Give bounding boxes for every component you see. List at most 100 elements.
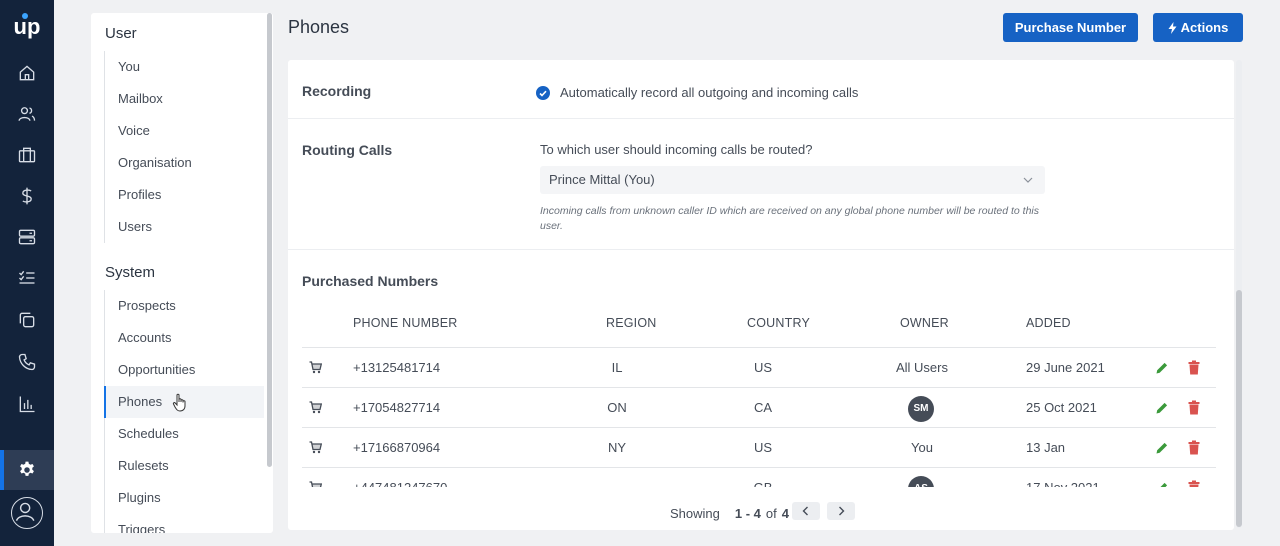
- routing-user-value: Prince Mittal (You): [549, 172, 655, 187]
- region-cell: IL: [611, 360, 623, 375]
- cart-icon: [309, 361, 322, 374]
- sidebar-item-opportunities[interactable]: Opportunities: [105, 354, 264, 386]
- sidebar-item-voice[interactable]: Voice: [105, 115, 264, 147]
- added-cell: 17 Nov 2021: [1026, 468, 1100, 487]
- owner-cell: You: [911, 440, 933, 455]
- added-cell: 25 Oct 2021: [1026, 400, 1097, 415]
- hand-cursor-icon: [172, 393, 186, 412]
- table-row: +17166870964 NY US You 13 Jan: [302, 427, 1216, 467]
- checklist-icon[interactable]: [0, 265, 54, 291]
- chevron-down-icon: [1023, 177, 1033, 183]
- cart-icon: [309, 441, 322, 454]
- main-scrollbar[interactable]: [1236, 60, 1242, 528]
- next-page-button[interactable]: [827, 502, 855, 520]
- pagination-total: 4: [781, 505, 789, 521]
- region-cell: [582, 468, 652, 487]
- table-row: +447481247670 GB AS 17 Nov 2021: [302, 467, 1216, 487]
- page-title: Phones: [288, 17, 350, 37]
- sidebar-item-plugins[interactable]: Plugins: [105, 482, 264, 514]
- routing-note: Incoming calls from unknown caller ID wh…: [540, 205, 1040, 232]
- sidebar-item-mailbox[interactable]: Mailbox: [105, 83, 264, 115]
- numbers-table-body: +13125481714 IL US All Users 29 June 202…: [288, 347, 1234, 487]
- added-cell: 29 June 2021: [1026, 360, 1105, 375]
- user-avatar-icon[interactable]: [11, 497, 43, 529]
- phone-cell: +17166870964: [353, 440, 441, 455]
- delete-icon[interactable]: [1187, 440, 1201, 455]
- owner-avatar: SM: [908, 396, 934, 422]
- lightning-icon: [1168, 21, 1177, 34]
- sidebar-item-prospects[interactable]: Prospects: [105, 290, 264, 322]
- pagination-summary: Showing 1 - 4 of 4: [670, 503, 789, 523]
- sidebar-item-accounts[interactable]: Accounts: [105, 322, 264, 354]
- delete-icon[interactable]: [1187, 480, 1201, 487]
- chevron-right-icon: [839, 506, 845, 516]
- country-cell: US: [753, 360, 773, 375]
- briefcase-icon[interactable]: [0, 142, 54, 168]
- chevron-left-icon: [802, 506, 808, 516]
- app-logo[interactable]: up: [0, 12, 54, 42]
- bar-chart-icon[interactable]: [0, 391, 54, 417]
- purchased-numbers-label: Purchased Numbers: [302, 273, 439, 289]
- sidebar-item-profiles[interactable]: Profiles: [105, 179, 264, 211]
- section-divider: [288, 249, 1234, 250]
- routing-user-select[interactable]: Prince Mittal (You): [540, 166, 1045, 194]
- phone-cell: +447481247670: [353, 468, 447, 487]
- phones-settings-panel: Recording Automatically record all outgo…: [288, 60, 1234, 530]
- pagination-range: 1 - 4: [734, 505, 761, 521]
- owner-avatar: AS: [908, 476, 934, 487]
- added-cell: 13 Jan: [1026, 440, 1066, 455]
- sidebar-heading-system: System: [105, 264, 156, 281]
- gear-icon: [0, 457, 54, 483]
- column-header-added: ADDED: [1026, 316, 1071, 330]
- routing-question: To which user should incoming calls be r…: [540, 142, 813, 157]
- record-calls-label[interactable]: Automatically record all outgoing and in…: [560, 85, 858, 100]
- delete-icon[interactable]: [1187, 360, 1201, 375]
- phone-cell: +17054827714: [353, 400, 441, 415]
- country-cell: GB: [728, 468, 798, 487]
- record-calls-checkbox[interactable]: [536, 86, 550, 100]
- cart-icon: [309, 401, 322, 414]
- column-header-region: REGION: [606, 316, 657, 330]
- home-icon[interactable]: [0, 60, 54, 86]
- country-cell: CA: [753, 400, 773, 415]
- purchase-number-button[interactable]: Purchase Number: [1003, 13, 1138, 42]
- sidebar-item-users[interactable]: Users: [105, 211, 264, 243]
- region-cell: NY: [607, 440, 627, 455]
- main-scrollbar-thumb[interactable]: [1236, 290, 1242, 527]
- check-icon: [539, 90, 547, 97]
- sidebar-item-triggers[interactable]: Triggers: [105, 514, 264, 533]
- prev-page-button[interactable]: [792, 502, 820, 520]
- edit-icon[interactable]: [1155, 401, 1169, 415]
- settings-sidebar: User You Mailbox Voice Organisation Prof…: [91, 13, 273, 533]
- country-cell: US: [753, 440, 773, 455]
- sidebar-item-schedules[interactable]: Schedules: [105, 418, 264, 450]
- copy-icon[interactable]: [0, 307, 54, 333]
- pagination-of: of: [765, 505, 777, 521]
- edit-icon[interactable]: [1155, 361, 1169, 375]
- servers-icon[interactable]: [0, 224, 54, 250]
- sidebar-item-organisation[interactable]: Organisation: [105, 147, 264, 179]
- sidebar-scrollbar[interactable]: [267, 13, 272, 467]
- sidebar-item-you[interactable]: You: [105, 51, 264, 83]
- sidebar-item-rulesets[interactable]: Rulesets: [105, 450, 264, 482]
- recording-label: Recording: [302, 83, 372, 99]
- column-header-owner: OWNER: [900, 316, 949, 330]
- app-rail: up: [0, 0, 54, 546]
- logo-dot: [22, 13, 28, 19]
- phone-cell: +13125481714: [353, 360, 441, 375]
- delete-icon[interactable]: [1187, 400, 1201, 415]
- routing-calls-label: Routing Calls: [302, 142, 393, 158]
- column-header-phone: PHONE NUMBER: [353, 316, 458, 330]
- sidebar-heading-user: User: [105, 25, 137, 42]
- cart-icon: [309, 481, 322, 487]
- users-icon[interactable]: [0, 101, 54, 127]
- edit-icon[interactable]: [1155, 481, 1169, 487]
- dollar-icon[interactable]: [0, 183, 54, 209]
- settings-nav-item[interactable]: [0, 450, 54, 490]
- actions-label: Actions: [1180, 20, 1229, 35]
- table-row: +13125481714 IL US All Users 29 June 202…: [302, 347, 1216, 387]
- phone-icon[interactable]: [0, 349, 54, 375]
- actions-button[interactable]: Actions: [1153, 13, 1243, 42]
- edit-icon[interactable]: [1155, 441, 1169, 455]
- section-divider: [288, 118, 1234, 119]
